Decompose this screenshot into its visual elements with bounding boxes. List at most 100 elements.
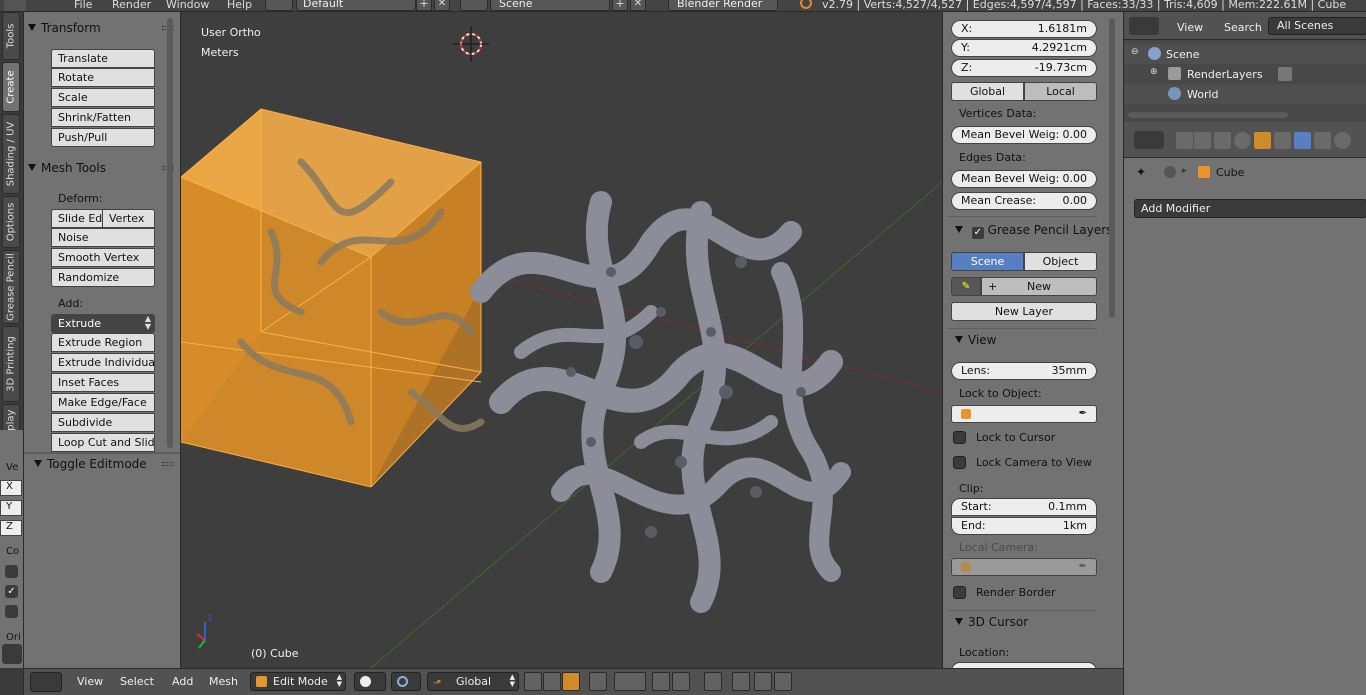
world-tab-icon[interactable]	[1234, 132, 1251, 149]
scene-tab-icon[interactable]	[1214, 132, 1231, 149]
extrude-dropdown[interactable]: Extrude ▲ ▼	[51, 314, 155, 333]
mini-field-x[interactable]: X	[0, 480, 22, 496]
tab-shading-uv[interactable]: Shading / UV	[2, 114, 20, 194]
proportional-edit-icon[interactable]	[614, 672, 646, 691]
tab-tools[interactable]: Tools	[2, 12, 20, 60]
subdivide-button[interactable]: Subdivide	[51, 413, 155, 432]
add-menu[interactable]: Add	[172, 675, 193, 688]
clip-end-field[interactable]: End: 1km	[951, 517, 1097, 535]
material-tab-icon[interactable]	[1334, 132, 1351, 149]
viewport-shading-dropdown[interactable]	[354, 672, 386, 691]
translate-button[interactable]: Translate	[51, 49, 155, 68]
y-field[interactable]: Y: 4.2921cm	[951, 39, 1097, 57]
make-edge-face-button[interactable]: Make Edge/Face	[51, 393, 155, 412]
shelf-scrollbar[interactable]	[167, 18, 173, 448]
outliner-search-menu[interactable]: Search	[1224, 21, 1262, 34]
menu-help[interactable]: Help	[227, 0, 252, 11]
randomize-button[interactable]: Randomize	[51, 268, 155, 287]
expand-icon[interactable]: ⊖	[1131, 47, 1139, 57]
face-select-icon[interactable]	[562, 672, 580, 691]
lock-to-cursor-checkbox[interactable]	[953, 431, 966, 444]
gp-new-button[interactable]: + New	[981, 277, 1097, 296]
opengl-render-icon[interactable]	[774, 672, 792, 691]
render-icon[interactable]	[732, 672, 750, 691]
tab-options[interactable]: Options	[2, 196, 20, 248]
collapse-triangle-icon[interactable]	[34, 460, 42, 467]
menu-file[interactable]: File	[74, 0, 92, 11]
scene-add-icon[interactable]: +	[612, 0, 628, 11]
mode-dropdown[interactable]: Edit Mode ▲ ▼	[250, 672, 346, 691]
toggle-editmode-panel-header[interactable]: Toggle Editmode	[34, 454, 147, 474]
tab-3d-printing[interactable]: 3D Printing	[2, 326, 20, 402]
mini-field-y[interactable]: Y	[0, 500, 22, 516]
modifiers-tab-icon[interactable]	[1294, 132, 1311, 149]
view-panel-header[interactable]: View	[955, 333, 996, 347]
inset-faces-button[interactable]: Inset Faces	[51, 373, 155, 392]
scene-field[interactable]: Scene	[490, 0, 610, 11]
lens-field[interactable]: Lens: 35mm	[951, 362, 1097, 380]
transform-orientation-dropdown[interactable]: ⬏ Global ▲ ▼	[427, 672, 519, 691]
z-field[interactable]: Z: -19.73cm	[951, 59, 1097, 77]
mini-field-z[interactable]: Z	[0, 520, 22, 536]
tab-grease-pencil[interactable]: Grease Pencil	[2, 250, 20, 324]
editor-type-icon[interactable]	[30, 672, 62, 692]
extrude-region-button[interactable]: Extrude Region	[51, 333, 155, 352]
gp-scene-toggle[interactable]: Scene	[951, 252, 1024, 271]
render-layer-toggle-icon[interactable]	[1278, 67, 1292, 81]
shrink-fatten-button[interactable]: Shrink/Fatten	[51, 108, 155, 127]
menu-render[interactable]: Render	[112, 0, 151, 11]
snap-target-icon[interactable]	[704, 672, 722, 691]
object-tab-icon[interactable]	[1254, 132, 1271, 149]
viewport-scene[interactable]: z	[181, 12, 942, 668]
edge-select-icon[interactable]	[543, 672, 561, 691]
gp-layers-checkbox[interactable]: ✓	[971, 227, 984, 239]
lock-object-field[interactable]: ✒	[951, 405, 1097, 423]
outliner-row[interactable]: ⊖ Scene	[1124, 44, 1366, 64]
npanel-scrollbar[interactable]	[1109, 18, 1115, 318]
extrude-individual-button[interactable]: Extrude Individual	[51, 353, 155, 372]
outliner-scrollbar[interactable]	[1128, 112, 1288, 118]
smooth-vertex-button[interactable]: Smooth Vertex	[51, 248, 155, 267]
display-mode-dropdown[interactable]: All Scenes	[1268, 17, 1366, 35]
layout-field[interactable]: Default	[296, 0, 416, 11]
mesh-tools-panel-header[interactable]: Mesh Tools	[28, 158, 106, 178]
transform-panel-header[interactable]: Transform	[28, 18, 101, 38]
render-layers-tab-icon[interactable]	[1194, 132, 1211, 149]
add-modifier-dropdown[interactable]: Add Modifier	[1134, 199, 1366, 218]
render-tab-icon[interactable]	[1176, 132, 1193, 149]
push-pull-button[interactable]: Push/Pull	[51, 128, 155, 147]
editor-type-icon-left[interactable]	[2, 644, 22, 664]
outliner-view-menu[interactable]: View	[1177, 21, 1203, 34]
select-menu[interactable]: Select	[120, 675, 154, 688]
collapse-triangle-icon[interactable]	[28, 24, 36, 31]
collapse-triangle-icon[interactable]	[955, 618, 963, 625]
slide-vertex-button[interactable]: Vertex	[102, 209, 155, 228]
clip-start-field[interactable]: Start: 0.1mm	[951, 498, 1097, 516]
layout-add-icon[interactable]: +	[416, 0, 432, 11]
mini-check-2[interactable]: ✓	[5, 585, 18, 598]
scene-icon[interactable]	[460, 0, 488, 11]
render-animation-icon[interactable]	[754, 672, 772, 691]
limit-selection-icon[interactable]	[589, 672, 607, 691]
scale-button[interactable]: Scale	[51, 88, 155, 107]
mini-check-1[interactable]	[5, 565, 18, 578]
x-field[interactable]: X: 1.6181m	[951, 20, 1097, 38]
gp-object-toggle[interactable]: Object	[1024, 252, 1097, 271]
data-tab-icon[interactable]	[1314, 132, 1331, 149]
editor-type-icon[interactable]	[1129, 17, 1159, 35]
gp-datablock-icon[interactable]: ✎	[951, 277, 981, 296]
slide-edge-button[interactable]: Slide Ed	[51, 209, 103, 228]
snap-element-icon[interactable]	[672, 672, 690, 691]
mesh-menu[interactable]: Mesh	[209, 675, 238, 688]
eyedropper-icon[interactable]: ✒	[1079, 406, 1087, 422]
mean-bevel-weight-vertex-field[interactable]: Mean Bevel Weig: 0.00	[951, 126, 1097, 144]
rotate-button[interactable]: Rotate	[51, 68, 155, 87]
expand-icon[interactable]: ⊕	[1150, 67, 1158, 77]
mean-bevel-weight-edge-field[interactable]: Mean Bevel Weig: 0.00	[951, 170, 1097, 188]
collapse-triangle-icon[interactable]	[955, 336, 963, 343]
editor-type-icon[interactable]	[1134, 131, 1164, 149]
layout-close-icon[interactable]: ✕	[434, 0, 450, 11]
lock-camera-to-view-checkbox[interactable]	[953, 456, 966, 469]
collapse-triangle-icon[interactable]	[955, 226, 963, 233]
constraints-tab-icon[interactable]	[1274, 132, 1291, 149]
